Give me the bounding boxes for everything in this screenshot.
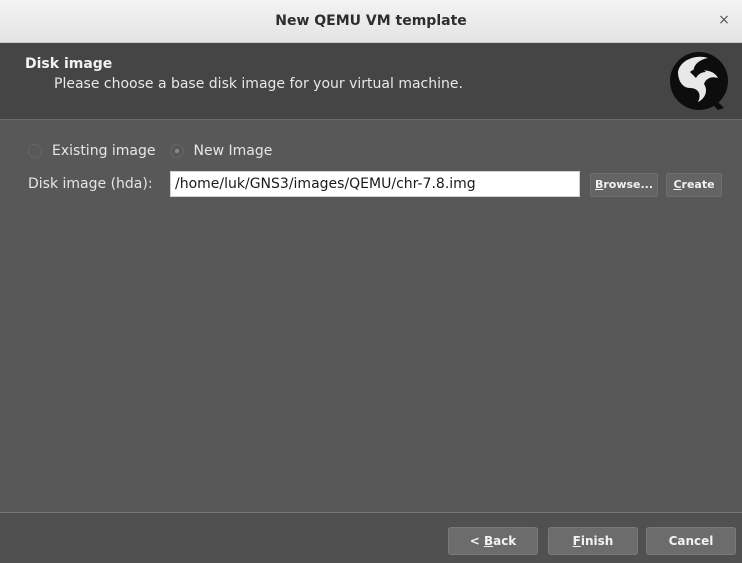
finish-label: inish <box>580 534 614 548</box>
create-button[interactable]: Create <box>666 173 722 197</box>
browse-label: rowse... <box>603 178 654 191</box>
disk-image-label: Disk image (hda): <box>28 176 153 192</box>
existing-image-label[interactable]: Existing image <box>52 143 156 159</box>
finish-button[interactable]: Finish <box>548 527 638 555</box>
close-icon: × <box>718 12 730 28</box>
create-label: reate <box>681 178 715 191</box>
back-button[interactable]: < Back <box>448 527 538 555</box>
close-button[interactable]: × <box>712 9 736 33</box>
back-label: ack <box>493 534 517 548</box>
wizard-content: Existing image New Image Disk image (hda… <box>0 120 742 512</box>
disk-image-path-input[interactable]: /home/luk/GNS3/images/QEMU/chr-7.8.img <box>170 171 580 197</box>
new-qemu-vm-template-dialog: New QEMU VM template × Disk image Please… <box>0 0 742 563</box>
existing-image-radio[interactable] <box>28 144 42 158</box>
cancel-button[interactable]: Cancel <box>646 527 736 555</box>
image-source-group: Existing image New Image <box>28 141 286 161</box>
new-image-label[interactable]: New Image <box>194 143 273 159</box>
finish-mnemonic: F <box>572 534 581 548</box>
back-mnemonic: B <box>483 534 494 548</box>
title-bar[interactable]: New QEMU VM template × <box>0 0 742 43</box>
wizard-footer: < Back Finish Cancel <box>0 512 742 563</box>
disk-image-row: Disk image (hda): /home/luk/GNS3/images/… <box>28 171 728 199</box>
wizard-header: Disk image Please choose a base disk ima… <box>0 43 742 120</box>
page-title: Disk image <box>25 56 113 72</box>
new-image-radio[interactable] <box>169 144 184 158</box>
create-mnemonic: C <box>673 178 682 191</box>
page-subtitle: Please choose a base disk image for your… <box>54 76 463 92</box>
back-prefix: < <box>469 534 484 548</box>
qemu-logo-icon <box>670 52 728 110</box>
window-title: New QEMU VM template <box>275 13 467 29</box>
browse-button[interactable]: Browse... <box>590 173 658 197</box>
